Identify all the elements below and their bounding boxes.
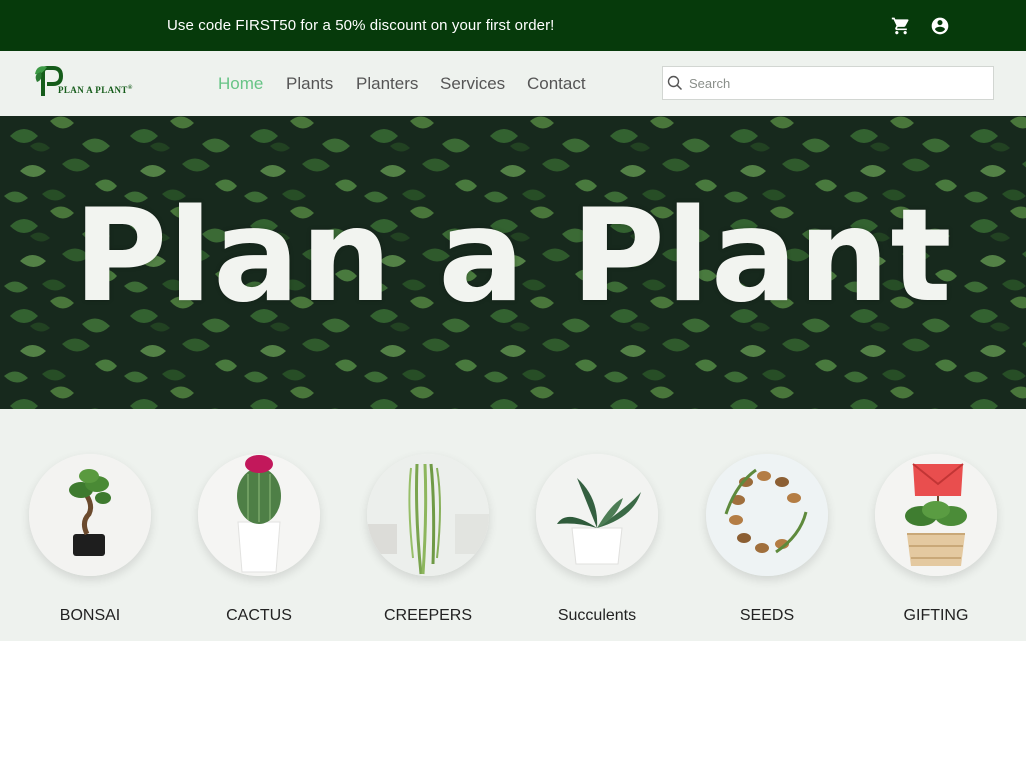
category-label: BONSAI [59, 607, 121, 624]
category-gifting[interactable]: GIFTING [851, 454, 1021, 634]
seeds-image [706, 454, 828, 576]
category-label: CACTUS [226, 607, 292, 624]
succulents-image [536, 454, 658, 576]
promo-bar: Use code FIRST50 for a 50% discount on y… [0, 0, 1026, 51]
category-bonsai[interactable]: BONSAI [5, 454, 175, 634]
gifting-image [875, 454, 997, 576]
hero-title: Plan a Plant [73, 182, 953, 331]
nav-link-planters[interactable]: Planters [356, 74, 418, 94]
category-label: Succulents [557, 607, 637, 624]
category-succulents[interactable]: Succulents [512, 454, 682, 634]
nav-link-home[interactable]: Home [218, 74, 263, 94]
shopping-cart-icon[interactable] [891, 16, 911, 36]
hero-banner: Plan a Plant [0, 116, 1026, 409]
category-cactus[interactable]: CACTUS [174, 454, 344, 634]
category-label: CREEPERS [383, 607, 473, 624]
search-box[interactable] [662, 66, 994, 100]
category-label: GIFTING [903, 607, 969, 624]
creepers-image [367, 454, 489, 576]
account-circle-icon[interactable] [930, 16, 950, 36]
search-icon [667, 75, 683, 91]
bonsai-image [29, 454, 151, 576]
nav-link-services[interactable]: Services [440, 74, 505, 94]
category-seeds[interactable]: SEEDS [682, 454, 852, 634]
logo-text: PLAN A PLANT® [58, 85, 133, 95]
category-label: SEEDS [739, 607, 795, 624]
main-navigation: PLAN A PLANT® Home Plants Planters Servi… [0, 51, 1026, 116]
nav-link-contact[interactable]: Contact [527, 74, 586, 94]
search-input[interactable] [687, 68, 987, 98]
promo-message: Use code FIRST50 for a 50% discount on y… [167, 17, 555, 34]
cactus-image [198, 454, 320, 576]
nav-link-plants[interactable]: Plants [286, 74, 333, 94]
brand-logo[interactable]: PLAN A PLANT® [33, 64, 143, 104]
category-creepers[interactable]: CREEPERS [343, 454, 513, 634]
category-strip: BONSAI CACTUS CREEPERS Succulents SEEDS … [0, 409, 1026, 641]
